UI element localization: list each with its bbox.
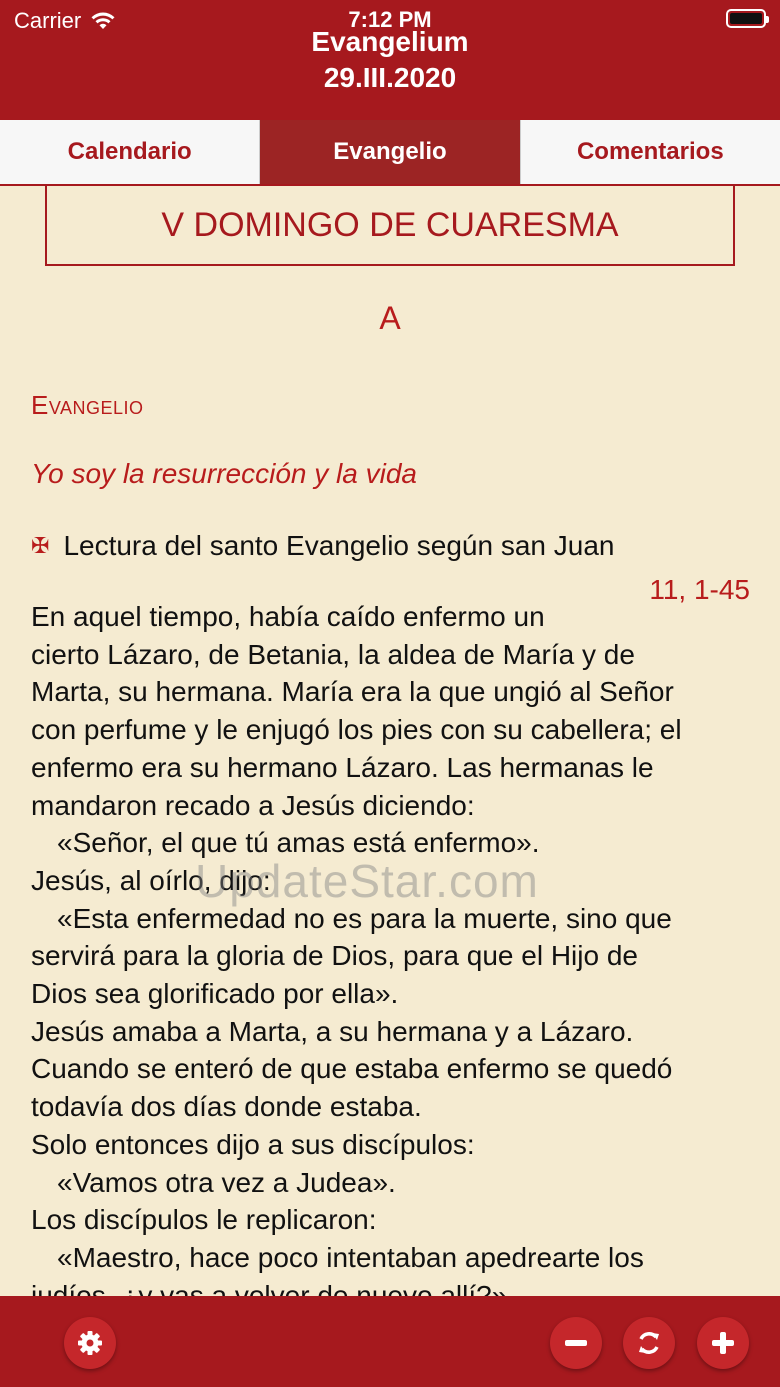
gospel-text-line: Jesús, al oírlo, dijo: bbox=[31, 864, 271, 896]
tab-bar: Calendario Evangelio Comentarios bbox=[0, 120, 780, 186]
liturgical-cycle: A bbox=[379, 300, 401, 336]
gospel-text-line: «Señor, el que tú amas está enfermo». bbox=[57, 827, 540, 859]
bottom-toolbar bbox=[0, 1296, 780, 1387]
app-title: Evangelium bbox=[311, 26, 469, 57]
gospel-text-line: todavía dos días donde estaba. bbox=[31, 1091, 422, 1123]
gospel-text-line: Dios sea glorificado por ella». bbox=[31, 978, 399, 1010]
minus-icon bbox=[565, 1340, 587, 1346]
increase-font-button[interactable] bbox=[697, 1317, 749, 1369]
gospel-content[interactable]: V DOMINGO DE CUARESMA A Evangelio Yo soy… bbox=[0, 186, 780, 1296]
refresh-icon bbox=[639, 1332, 659, 1354]
gospel-text-line: Solo entonces dijo a sus discípulos: bbox=[31, 1128, 475, 1160]
gospel-text-line: Cuando se enteró de que estaba enfermo s… bbox=[31, 1053, 673, 1085]
reading-intro-text: Lectura del santo Evangelio según san Ju… bbox=[63, 530, 615, 561]
gospel-text-line: con perfume y le enjugó los pies con su … bbox=[31, 714, 682, 746]
cross-icon: ✠ bbox=[31, 533, 50, 558]
tab-evangelio[interactable]: Evangelio bbox=[260, 120, 521, 184]
gospel-text-line: En aquel tiempo, había caído enfermo un bbox=[31, 601, 545, 632]
gospel-text-line: Marta, su hermana. María era la que ungi… bbox=[31, 676, 674, 708]
settings-button[interactable] bbox=[64, 1317, 116, 1369]
gospel-text-line: «Maestro, hace poco intentaban apedreart… bbox=[57, 1241, 644, 1273]
gospel-text-line: mandaron recado a Jesús diciendo: bbox=[31, 789, 475, 821]
gospel-text-line: «Esta enfermedad no es para la muerte, s… bbox=[57, 902, 672, 934]
gospel-text-line: «Vamos otra vez a Judea». bbox=[57, 1166, 396, 1198]
gospel-subtitle: Yo soy la resurrección y la vida bbox=[31, 458, 417, 489]
plus-icon bbox=[712, 1332, 734, 1354]
gospel-text-line: enfermo era su hermano Lázaro. Las herma… bbox=[31, 751, 654, 783]
gospel-text-line: Los discípulos le replicaron: bbox=[31, 1204, 377, 1236]
section-label: Evangelio bbox=[31, 390, 144, 420]
gospel-text-line: servirá para la gloria de Dios, para que… bbox=[31, 940, 638, 972]
liturgical-day-title: V DOMINGO DE CUARESMA bbox=[45, 186, 735, 266]
header-date: 29.III.2020 bbox=[323, 62, 457, 93]
tab-calendario[interactable]: Calendario bbox=[0, 120, 261, 184]
decrease-font-button[interactable] bbox=[550, 1317, 602, 1369]
gospel-text-line: cierto Lázaro, de Betania, la aldea de M… bbox=[31, 638, 635, 670]
gospel-text-line: Jesús amaba a Marta, a su hermana y a Lá… bbox=[31, 1015, 634, 1047]
gear-icon bbox=[78, 1331, 102, 1355]
gospel-text: En aquel tiempo, había caído enfermo un c… bbox=[31, 598, 751, 1296]
reading-intro: ✠ Lectura del santo Evangelio según san … bbox=[31, 530, 615, 562]
gospel-text-line: judíos, ¿y vas a volver de nuevo allí?». bbox=[31, 1279, 516, 1296]
tab-comentarios[interactable]: Comentarios bbox=[520, 120, 780, 184]
app-header: Carrier 7:12 PM Evangelium 29.III.2020 bbox=[0, 0, 780, 120]
refresh-button[interactable] bbox=[623, 1317, 675, 1369]
